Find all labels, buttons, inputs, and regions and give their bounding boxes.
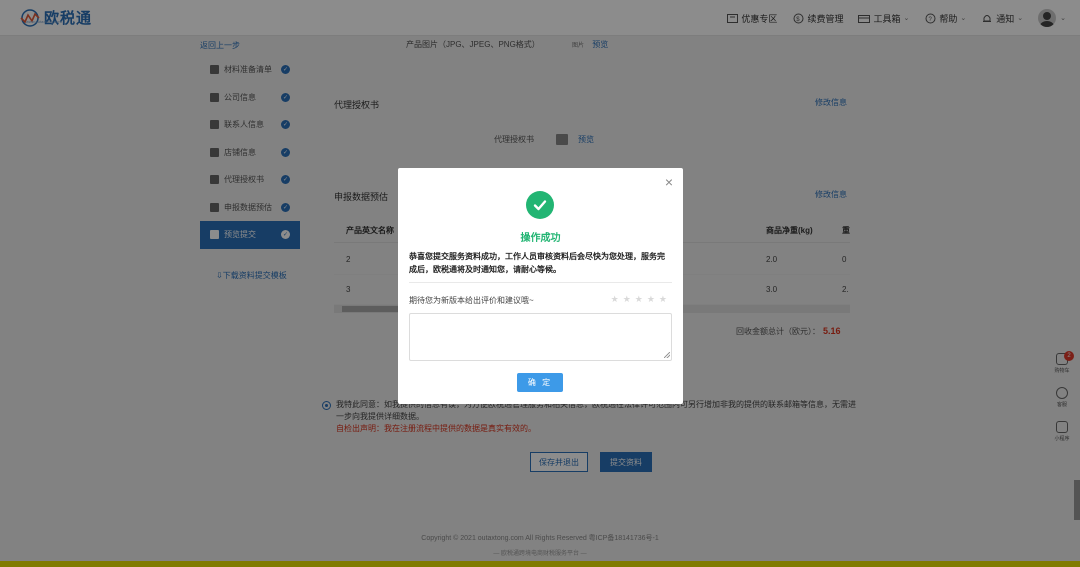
ok-button[interactable]: 确 定 — [517, 373, 563, 392]
dialog-title: 操作成功 — [520, 233, 561, 244]
star-icon[interactable]: ★ — [623, 294, 631, 305]
dialog-message: 恭喜您提交服务资料成功，工作人员审核资料后会尽快为您处理，服务完成后，欧税通将及… — [409, 252, 665, 274]
star-rating: ★ ★ ★ ★ ★ — [607, 294, 667, 305]
close-icon[interactable]: × — [665, 175, 673, 189]
feedback-textarea[interactable] — [409, 313, 672, 361]
rating-label: 期待您为新版本给出评价和建议哦~ — [409, 296, 534, 305]
star-icon[interactable]: ★ — [635, 294, 643, 305]
star-icon[interactable]: ★ — [611, 294, 619, 305]
divider — [409, 282, 672, 283]
star-icon[interactable]: ★ — [659, 294, 667, 305]
success-dialog: × 操作成功 恭喜您提交服务资料成功，工作人员审核资料后会尽快为您处理，服务完成… — [398, 168, 683, 404]
star-icon[interactable]: ★ — [647, 294, 655, 305]
resize-grip-icon[interactable] — [664, 352, 670, 358]
success-check-icon — [526, 191, 554, 219]
